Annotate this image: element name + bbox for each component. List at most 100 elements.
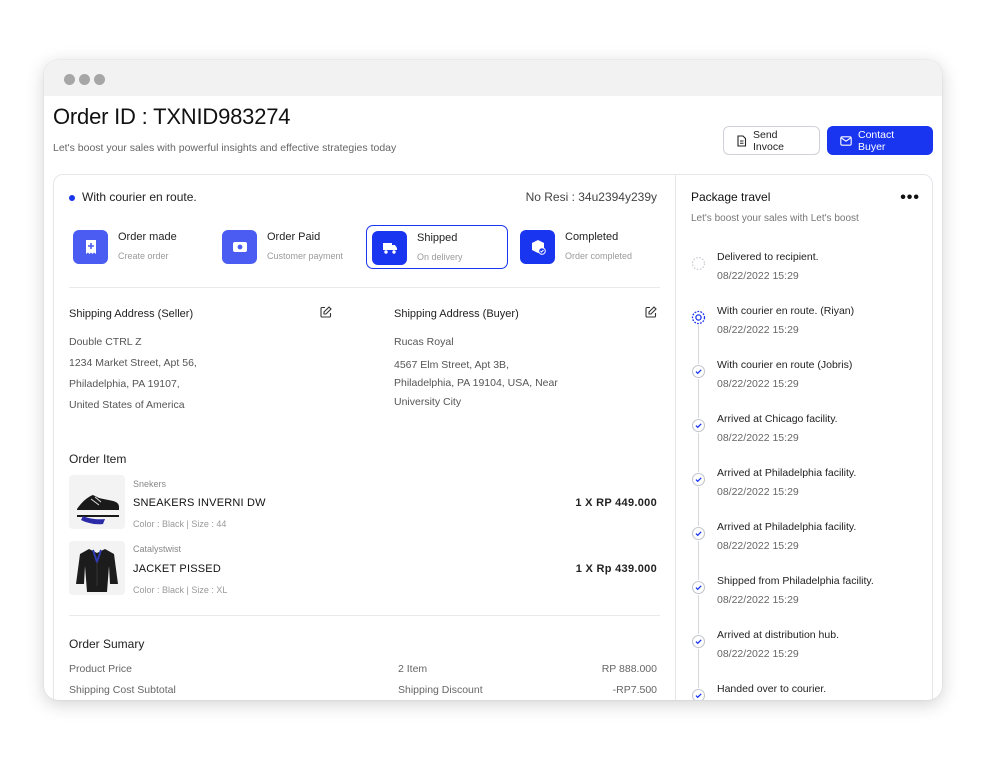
step-sub: Order completed [565, 251, 633, 261]
buyer-address-heading: Shipping Address (Buyer) [394, 308, 519, 320]
buyer-address-line: University City [394, 396, 462, 408]
in-progress-icon [691, 310, 706, 325]
seller-address-line: United States of America [69, 399, 185, 411]
item-price: 1 X RP 449.000 [575, 497, 657, 509]
timeline-event-time: 08/22/2022 15:29 [717, 378, 799, 390]
item-price: 1 X Rp 439.000 [575, 563, 657, 575]
item-brand: Snekers [133, 479, 167, 489]
timeline-event-text: With courier en route. (Riyan) [717, 305, 855, 317]
timeline-event-text: Arrived at Philadelphia facility. [717, 521, 857, 533]
check-circle-icon [691, 472, 706, 487]
timeline-item: Arrived at Chicago facility. 08/22/2022 1… [676, 413, 932, 463]
summary-item-count: 2 Item [398, 663, 428, 675]
window-control-dot[interactable] [79, 74, 90, 85]
item-name: SNEAKERS INVERNI DW [133, 497, 266, 509]
receipt-icon [73, 230, 108, 264]
window-control-dot[interactable] [94, 74, 105, 85]
timeline-event-time: 08/22/2022 15:29 [717, 324, 799, 336]
seller-address-line: Philadelphia, PA 19107, [69, 378, 180, 390]
summary-value: -RP7.500 [612, 684, 657, 696]
timeline-event-text: Shipped from Philadelphia facility. [717, 575, 874, 587]
order-card: With courier en route. No Resi : 34u2394… [53, 174, 933, 700]
check-circle-icon [691, 364, 706, 379]
timeline-item: Handed over to courier. [676, 683, 932, 700]
summary-label: Shipping Cost Subtotal [69, 684, 176, 696]
timeline-event-time: 08/22/2022 15:29 [717, 486, 799, 498]
step-sub: Customer payment [267, 251, 344, 261]
step-completed[interactable]: Completed Order completed [515, 225, 657, 269]
timeline-event-time: 08/22/2022 15:29 [717, 270, 799, 282]
timeline-item: Delivered to recipient. 08/22/2022 15:29 [676, 251, 932, 301]
seller-address-line: Double CTRL Z [69, 336, 142, 348]
seller-address-heading: Shipping Address (Seller) [69, 308, 194, 320]
buyer-address-line: Rucas Royal [394, 336, 454, 348]
edit-icon[interactable] [645, 306, 657, 318]
window-titlebar [44, 60, 942, 96]
step-label: Completed [565, 231, 619, 243]
contact-buyer-button[interactable]: Contact Buyer [827, 126, 933, 155]
page-subtitle: Let's boost your sales with powerful ins… [53, 142, 397, 154]
more-options-icon[interactable]: ••• [900, 189, 920, 207]
timeline-event-text: Arrived at distribution hub. [717, 629, 839, 641]
summary-label: Product Price [69, 663, 133, 675]
mail-icon [840, 135, 852, 146]
order-status-text: With courier en route. [82, 190, 197, 204]
timeline-event-text: Delivered to recipient. [717, 251, 819, 263]
step-label: Order Paid [267, 231, 321, 243]
document-icon [737, 134, 747, 147]
contact-buyer-label: Contact Buyer [858, 128, 895, 153]
package-travel-panel: Package travel Let's boost your sales wi… [676, 175, 932, 700]
timeline-event-time: 08/22/2022 15:29 [717, 540, 799, 552]
check-circle-icon [691, 526, 706, 541]
check-circle-icon [691, 580, 706, 595]
buyer-address-line: Philadelphia, PA 19104, USA, Near [394, 377, 558, 389]
timeline-item: Shipped from Philadelphia facility. 08/22… [676, 575, 932, 625]
step-sub: Create order [118, 251, 169, 261]
check-circle-icon [691, 688, 706, 700]
send-invoice-button[interactable]: Send Invoce [723, 126, 820, 155]
seller-address-line: 1234 Market Street, Apt 56, [69, 357, 197, 369]
step-order-paid[interactable]: Order Paid Customer payment [217, 225, 359, 269]
timeline-item: With courier en route (Jobris) 08/22/2022… [676, 359, 932, 409]
edit-icon[interactable] [320, 306, 332, 318]
package-travel-subtitle: Let's boost your sales with Let's boost [691, 213, 859, 224]
window-control-dot[interactable] [64, 74, 75, 85]
divider [69, 615, 660, 616]
timeline-event-time: 08/22/2022 15:29 [717, 648, 799, 660]
order-summary-heading: Order Sumary [69, 637, 145, 651]
timeline-event-text: Arrived at Philadelphia facility. [717, 467, 857, 479]
timeline-event-time: 08/22/2022 15:29 [717, 432, 799, 444]
check-circle-icon [691, 634, 706, 649]
item-brand: Catalystwist [133, 544, 182, 554]
package-check-icon [520, 230, 555, 264]
step-shipped[interactable]: Shipped On delivery [366, 225, 508, 269]
timeline-item: Arrived at Philadelphia facility. 08/22/2… [676, 521, 932, 571]
step-sub: On delivery [417, 252, 463, 262]
step-order-made[interactable]: Order made Create order [68, 225, 210, 269]
check-circle-icon [691, 418, 706, 433]
buyer-address-line: 4567 Elm Street, Apt 3B, [394, 359, 509, 371]
timeline-event-time: 08/22/2022 15:29 [717, 594, 799, 606]
pending-icon [691, 256, 706, 271]
send-invoice-label: Send Invoce [753, 128, 784, 153]
order-details-panel: With courier en route. No Resi : 34u2394… [54, 175, 676, 700]
step-label: Shipped [417, 232, 458, 244]
truck-icon [372, 231, 407, 265]
app-window: Order ID : TXNID983274 Let's boost your … [44, 60, 942, 700]
timeline-item: Arrived at Philadelphia facility. 08/22/2… [676, 467, 932, 517]
order-item-heading: Order Item [69, 452, 127, 466]
page-title: Order ID : TXNID983274 [53, 104, 291, 129]
step-label: Order made [118, 231, 177, 243]
timeline-event-text: With courier en route (Jobris) [717, 359, 853, 371]
item-meta: Color : Black | Size : XL [133, 585, 228, 595]
resi-number: No Resi : 34u2394y239y [525, 190, 657, 204]
status-dot [69, 195, 75, 201]
wallet-icon [222, 230, 257, 264]
package-travel-title: Package travel [691, 190, 771, 204]
summary-value: RP 888.000 [601, 663, 657, 675]
timeline-event-text: Handed over to courier. [717, 683, 827, 695]
sneaker-image [69, 475, 125, 529]
jacket-image [69, 541, 125, 595]
timeline-item: With courier en route. (Riyan) 08/22/2022… [676, 305, 932, 355]
divider [69, 287, 660, 288]
